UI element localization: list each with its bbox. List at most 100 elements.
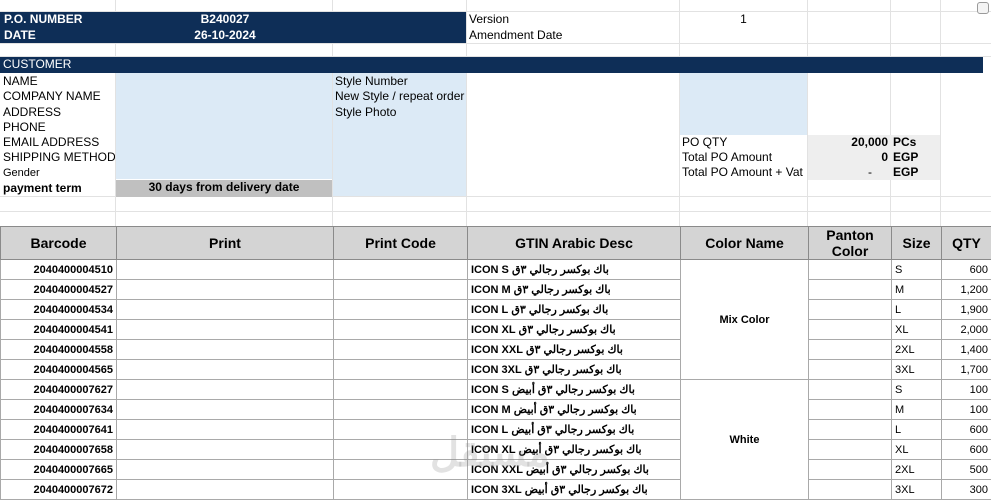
print-cell[interactable] [116,419,334,440]
qty-cell[interactable]: 1,400 [941,339,991,360]
qty-cell[interactable]: 600 [941,259,991,280]
barcode-cell[interactable]: 2040400004510 [0,259,117,280]
print-cell[interactable] [116,359,334,380]
panton-color-cell[interactable] [808,399,892,420]
print-header[interactable]: Print [116,226,334,260]
print-cell[interactable] [116,459,334,480]
print-code-cell[interactable] [333,299,468,320]
panton-color-cell[interactable] [808,299,892,320]
barcode-cell[interactable]: 2040400007665 [0,459,117,480]
print-code-header[interactable]: Print Code [333,226,468,260]
payment-term-value[interactable]: 30 days from delivery date [116,180,332,197]
print-cell[interactable] [116,379,334,400]
gtin-arabic-desc-cell[interactable]: باك بوكسر رجالي ٣ق أبيض ICON XL [467,439,681,460]
size-cell[interactable]: 2XL [891,339,942,360]
barcode-cell[interactable]: 2040400004534 [0,299,117,320]
print-code-cell[interactable] [333,319,468,340]
print-cell[interactable] [116,339,334,360]
qty-cell[interactable]: 300 [941,479,991,500]
qty-cell[interactable]: 1,700 [941,359,991,380]
size-cell[interactable]: 2XL [891,459,942,480]
date-value[interactable]: 26-10-2024 [150,28,300,44]
print-code-cell[interactable] [333,259,468,280]
panton-color-cell[interactable] [808,319,892,340]
gtin-arabic-desc-cell[interactable]: باك بوكسر رجالي ٣ق ICON M [467,279,681,300]
print-cell[interactable] [116,479,334,500]
panton-color-cell[interactable] [808,439,892,460]
gtin-arabic-desc-cell[interactable]: باك بوكسر رجالي ٣ق ICON XXL [467,339,681,360]
gtin-arabic-desc-cell[interactable]: باك بوكسر رجالي ٣ق ICON 3XL [467,359,681,380]
size-cell[interactable]: S [891,259,942,280]
size-cell[interactable]: M [891,279,942,300]
color-name-header[interactable]: Color Name [680,226,809,260]
gtin-arabic-desc-cell[interactable]: باك بوكسر رجالي ٣ق أبيض ICON 3XL [467,479,681,500]
gtin-arabic-desc-cell[interactable]: باك بوكسر رجالي ٣ق أبيض ICON XXL [467,459,681,480]
gtin-arabic-desc-cell[interactable]: باك بوكسر رجالي ٣ق أبيض ICON S [467,379,681,400]
size-header[interactable]: Size [891,226,942,260]
version-value[interactable]: 1 [680,12,807,28]
print-code-cell[interactable] [333,379,468,400]
panton-color-cell[interactable] [808,359,892,380]
panton-color-cell[interactable] [808,419,892,440]
gtin-arabic-desc-cell[interactable]: باك بوكسر رجالي ٣ق أبيض ICON L [467,419,681,440]
barcode-cell[interactable]: 2040400004565 [0,359,117,380]
size-cell[interactable]: M [891,399,942,420]
barcode-cell[interactable]: 2040400004558 [0,339,117,360]
print-cell[interactable] [116,439,334,460]
size-cell[interactable]: L [891,299,942,320]
print-code-cell[interactable] [333,279,468,300]
print-code-cell[interactable] [333,419,468,440]
size-cell[interactable]: S [891,379,942,400]
print-cell[interactable] [116,299,334,320]
gtin-arabic-desc-cell[interactable]: باك بوكسر رجالي ٣ق ICON S [467,259,681,280]
panton-color-cell[interactable] [808,479,892,500]
print-code-cell[interactable] [333,359,468,380]
barcode-header[interactable]: Barcode [0,226,117,260]
qty-header[interactable]: QTY [941,226,991,260]
panton-color-cell[interactable] [808,279,892,300]
print-cell[interactable] [116,399,334,420]
gtin-arabic-desc-cell[interactable]: باك بوكسر رجالي ٣ق أبيض ICON M [467,399,681,420]
barcode-cell[interactable]: 2040400004541 [0,319,117,340]
size-cell[interactable]: 3XL [891,359,942,380]
color-name-cell[interactable]: Mix Color [680,259,809,380]
barcode-cell[interactable]: 2040400007658 [0,439,117,460]
print-code-cell[interactable] [333,479,468,500]
panton-color-cell[interactable] [808,379,892,400]
size-cell[interactable]: XL [891,439,942,460]
barcode-cell[interactable]: 2040400007672 [0,479,117,500]
panton-color-cell[interactable] [808,459,892,480]
gtin-arabic-desc-header[interactable]: GTIN Arabic Desc [467,226,681,260]
print-cell[interactable] [116,279,334,300]
qty-cell[interactable]: 2,000 [941,319,991,340]
panton-color-header[interactable]: Panton Color [808,226,892,260]
barcode-cell[interactable]: 2040400007641 [0,419,117,440]
sheet-corner-handle[interactable] [977,2,989,14]
barcode-cell[interactable]: 2040400007634 [0,399,117,420]
qty-cell[interactable]: 1,200 [941,279,991,300]
style-photo-area[interactable] [680,73,807,135]
size-cell[interactable]: XL [891,319,942,340]
customer-input-area[interactable] [116,73,332,179]
qty-cell[interactable]: 1,900 [941,299,991,320]
qty-cell[interactable]: 600 [941,419,991,440]
gtin-arabic-desc-cell[interactable]: باك بوكسر رجالي ٣ق ICON XL [467,319,681,340]
barcode-cell[interactable]: 2040400004527 [0,279,117,300]
panton-color-cell[interactable] [808,339,892,360]
print-code-cell[interactable] [333,399,468,420]
print-code-cell[interactable] [333,459,468,480]
print-cell[interactable] [116,259,334,280]
print-cell[interactable] [116,319,334,340]
qty-cell[interactable]: 600 [941,439,991,460]
print-code-cell[interactable] [333,339,468,360]
po-number-value[interactable]: B240027 [150,12,300,28]
size-cell[interactable]: L [891,419,942,440]
qty-cell[interactable]: 500 [941,459,991,480]
qty-cell[interactable]: 100 [941,379,991,400]
barcode-cell[interactable]: 2040400007627 [0,379,117,400]
size-cell[interactable]: 3XL [891,479,942,500]
gtin-arabic-desc-cell[interactable]: باك بوكسر رجالي ٣ق ICON L [467,299,681,320]
print-code-cell[interactable] [333,439,468,460]
panton-color-cell[interactable] [808,259,892,280]
qty-cell[interactable]: 100 [941,399,991,420]
